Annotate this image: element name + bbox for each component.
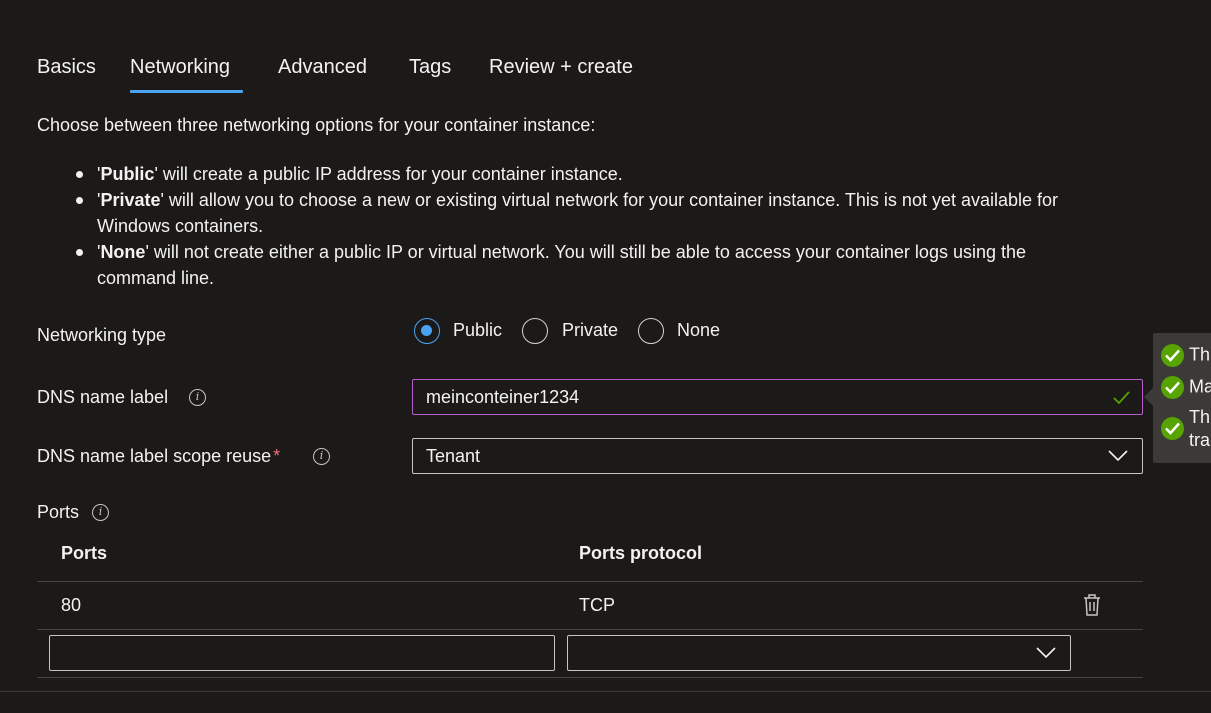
divider bbox=[37, 629, 1143, 630]
check-circle-icon bbox=[1161, 376, 1184, 399]
tab-review-create[interactable]: Review + create bbox=[489, 56, 633, 79]
radio-private[interactable] bbox=[522, 318, 548, 344]
chevron-down-icon bbox=[1108, 450, 1128, 462]
tooltip-row bbox=[1161, 407, 1189, 440]
tooltip-row: Ma bbox=[1161, 376, 1211, 399]
tooltip-row: Th bbox=[1161, 344, 1210, 367]
ports-column-header: Ports bbox=[61, 543, 108, 563]
bullet-private: 'Private' will allow you to choose a new… bbox=[76, 187, 1157, 239]
info-icon[interactable]: i bbox=[313, 448, 330, 465]
info-icon[interactable]: i bbox=[189, 389, 206, 406]
radio-none[interactable] bbox=[638, 318, 664, 344]
validation-tooltip: Th Ma Th tra bbox=[1144, 333, 1211, 463]
networking-type-label: Networking type bbox=[37, 325, 167, 345]
tab-networking[interactable]: Networking bbox=[130, 56, 230, 79]
new-port-input[interactable] bbox=[49, 635, 555, 671]
check-circle-icon bbox=[1161, 344, 1184, 367]
radio-public-label[interactable]: Public bbox=[453, 320, 502, 341]
dns-scope-reuse-label: DNS name label scope reuse * bbox=[37, 446, 281, 466]
radio-public[interactable] bbox=[414, 318, 440, 344]
tab-basics[interactable]: Basics bbox=[37, 56, 96, 79]
dns-name-label-input[interactable]: meinconteiner1234 bbox=[412, 379, 1143, 415]
tab-advanced[interactable]: Advanced bbox=[278, 56, 367, 79]
trash-icon[interactable] bbox=[1081, 593, 1103, 617]
tab-tags[interactable]: Tags bbox=[409, 56, 451, 79]
chevron-down-icon bbox=[1036, 647, 1056, 659]
new-protocol-select[interactable] bbox=[567, 635, 1071, 671]
port-value: 80 bbox=[61, 595, 82, 615]
check-circle-icon bbox=[1161, 417, 1184, 440]
tooltip-row-text: tra bbox=[1189, 430, 1211, 450]
footer-divider bbox=[0, 691, 1211, 692]
radio-none-label[interactable]: None bbox=[677, 320, 720, 341]
protocol-value: TCP bbox=[579, 595, 615, 615]
required-marker: * bbox=[273, 446, 281, 466]
dns-scope-reuse-select[interactable]: Tenant bbox=[412, 438, 1143, 474]
networking-options-list: 'Public' will create a public IP address… bbox=[76, 161, 1157, 291]
dns-scope-reuse-value: Tenant bbox=[426, 445, 481, 466]
tooltip-row-text: Th bbox=[1189, 407, 1211, 427]
divider bbox=[37, 677, 1143, 678]
dns-name-label-label: DNS name label bbox=[37, 387, 169, 407]
divider bbox=[37, 581, 1143, 582]
ports-protocol-column-header: Ports protocol bbox=[579, 543, 703, 563]
dns-name-label-value: meinconteiner1234 bbox=[426, 386, 580, 407]
ports-label: Ports bbox=[37, 502, 80, 522]
active-tab-indicator bbox=[130, 90, 243, 93]
bullet-public: 'Public' will create a public IP address… bbox=[76, 161, 1157, 187]
intro-text: Choose between three networking options … bbox=[37, 115, 596, 135]
bullet-none: 'None' will not create either a public I… bbox=[76, 239, 1157, 291]
info-icon[interactable]: i bbox=[92, 504, 109, 521]
radio-private-label[interactable]: Private bbox=[562, 320, 618, 341]
check-icon bbox=[1113, 391, 1130, 405]
